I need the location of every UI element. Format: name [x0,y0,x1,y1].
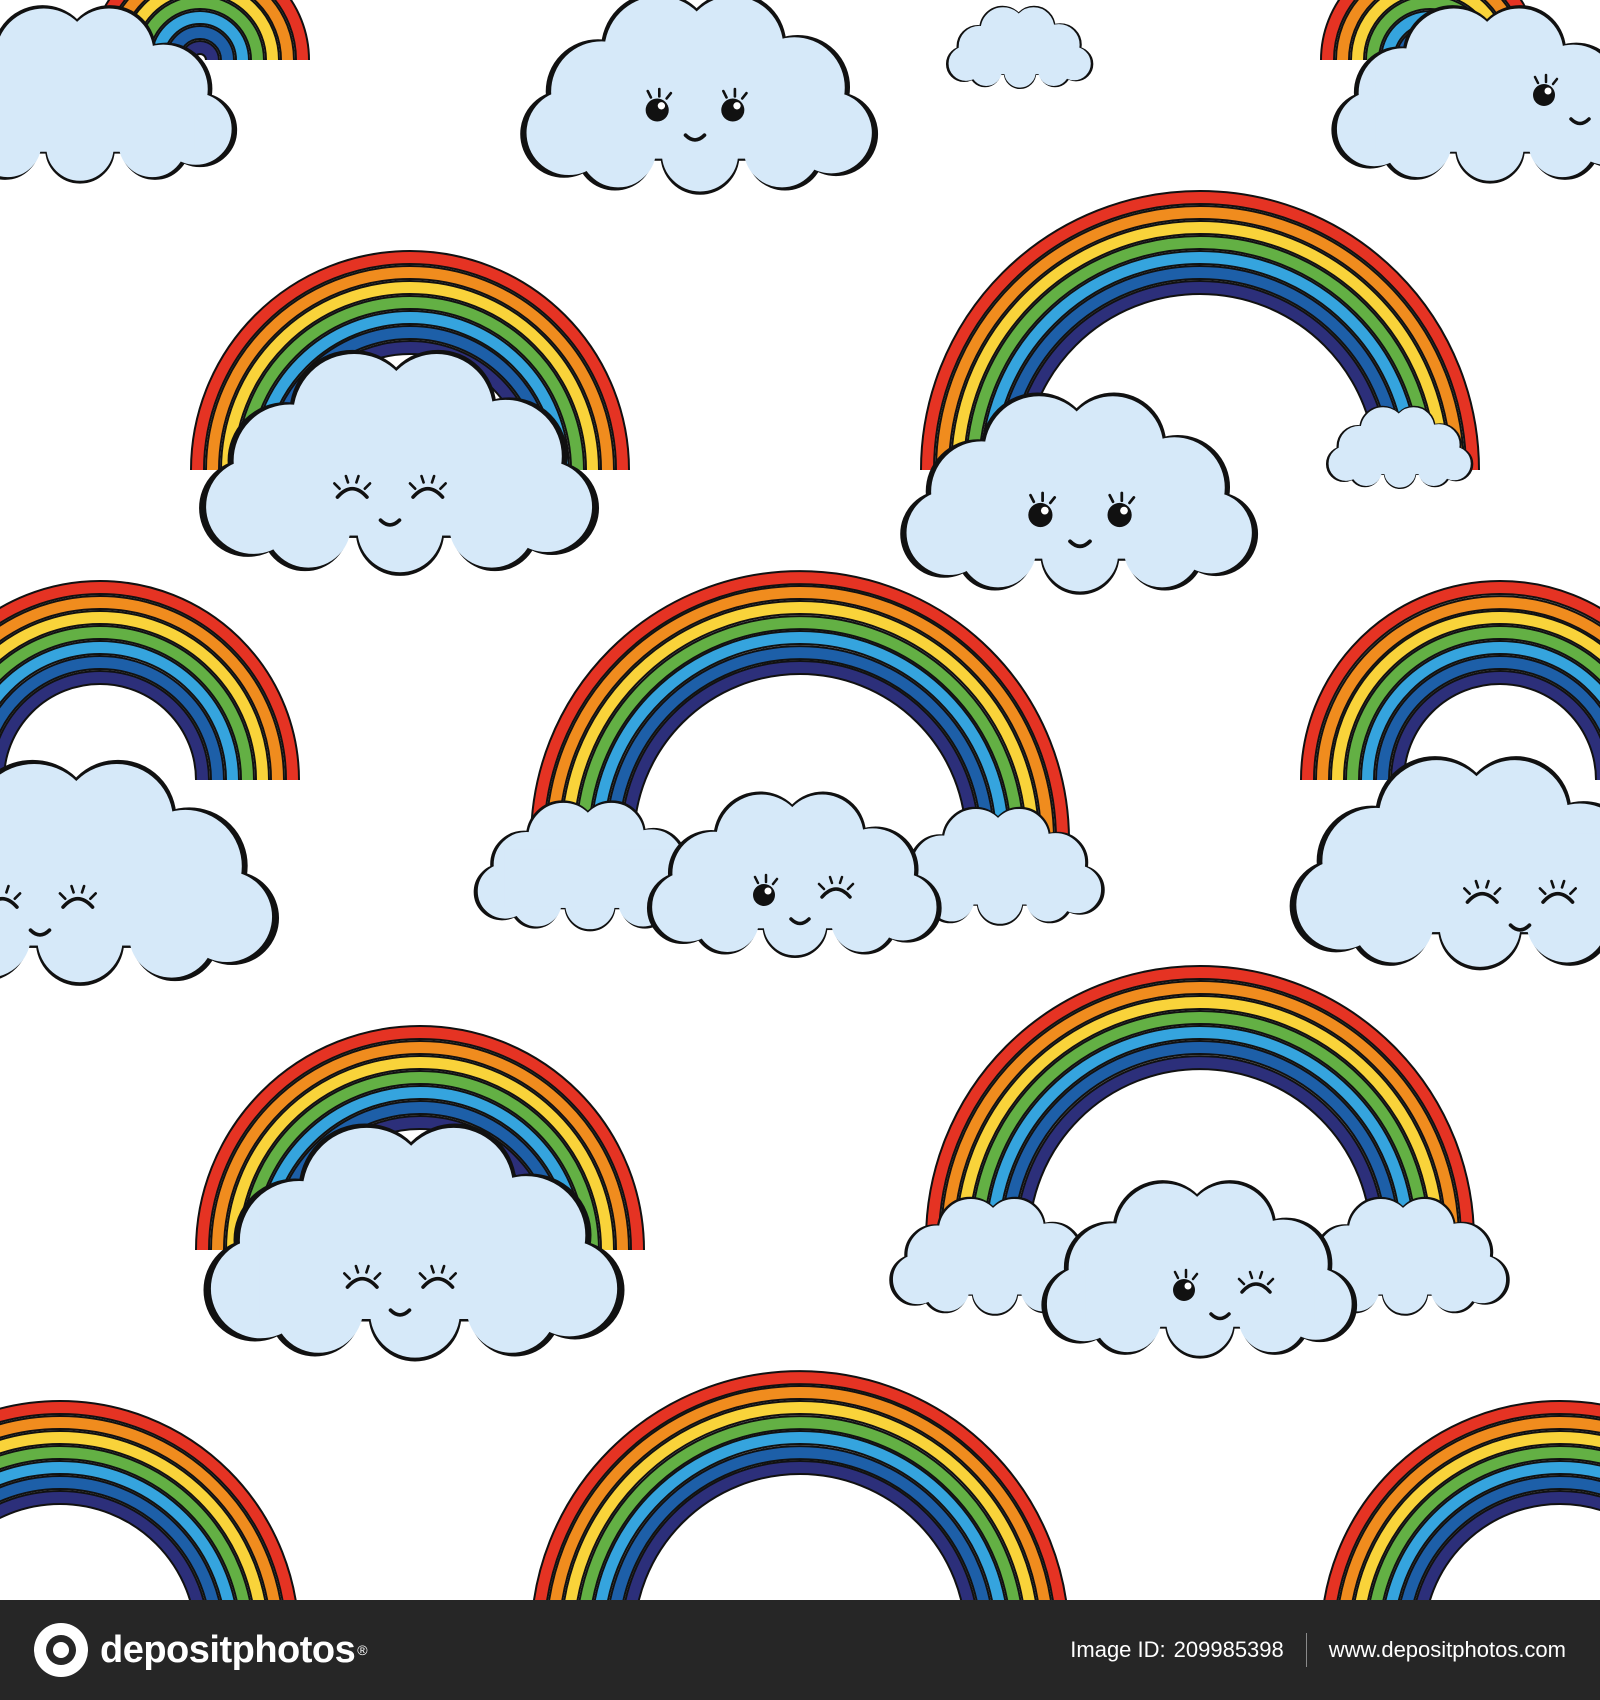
image-id: 209985398 [1173,1637,1284,1662]
rainbow-cloud-pattern [0,0,1600,1600]
stock-image: depositphotos ® Image ID: 209985398 www.… [0,0,1600,1700]
image-id-label: Image ID: [1070,1637,1166,1662]
site-url[interactable]: www.depositphotos.com [1329,1637,1566,1663]
depositphotos-logo-icon [34,1623,88,1677]
divider [1305,1633,1307,1667]
brand-name: depositphotos [100,1628,356,1671]
registered-mark: ® [357,1642,368,1658]
stock-footer: depositphotos ® Image ID: 209985398 www.… [0,1600,1600,1700]
depositphotos-logo[interactable]: depositphotos ® [34,1623,368,1677]
image-meta: Image ID: 209985398 www.depositphotos.co… [1070,1633,1566,1667]
